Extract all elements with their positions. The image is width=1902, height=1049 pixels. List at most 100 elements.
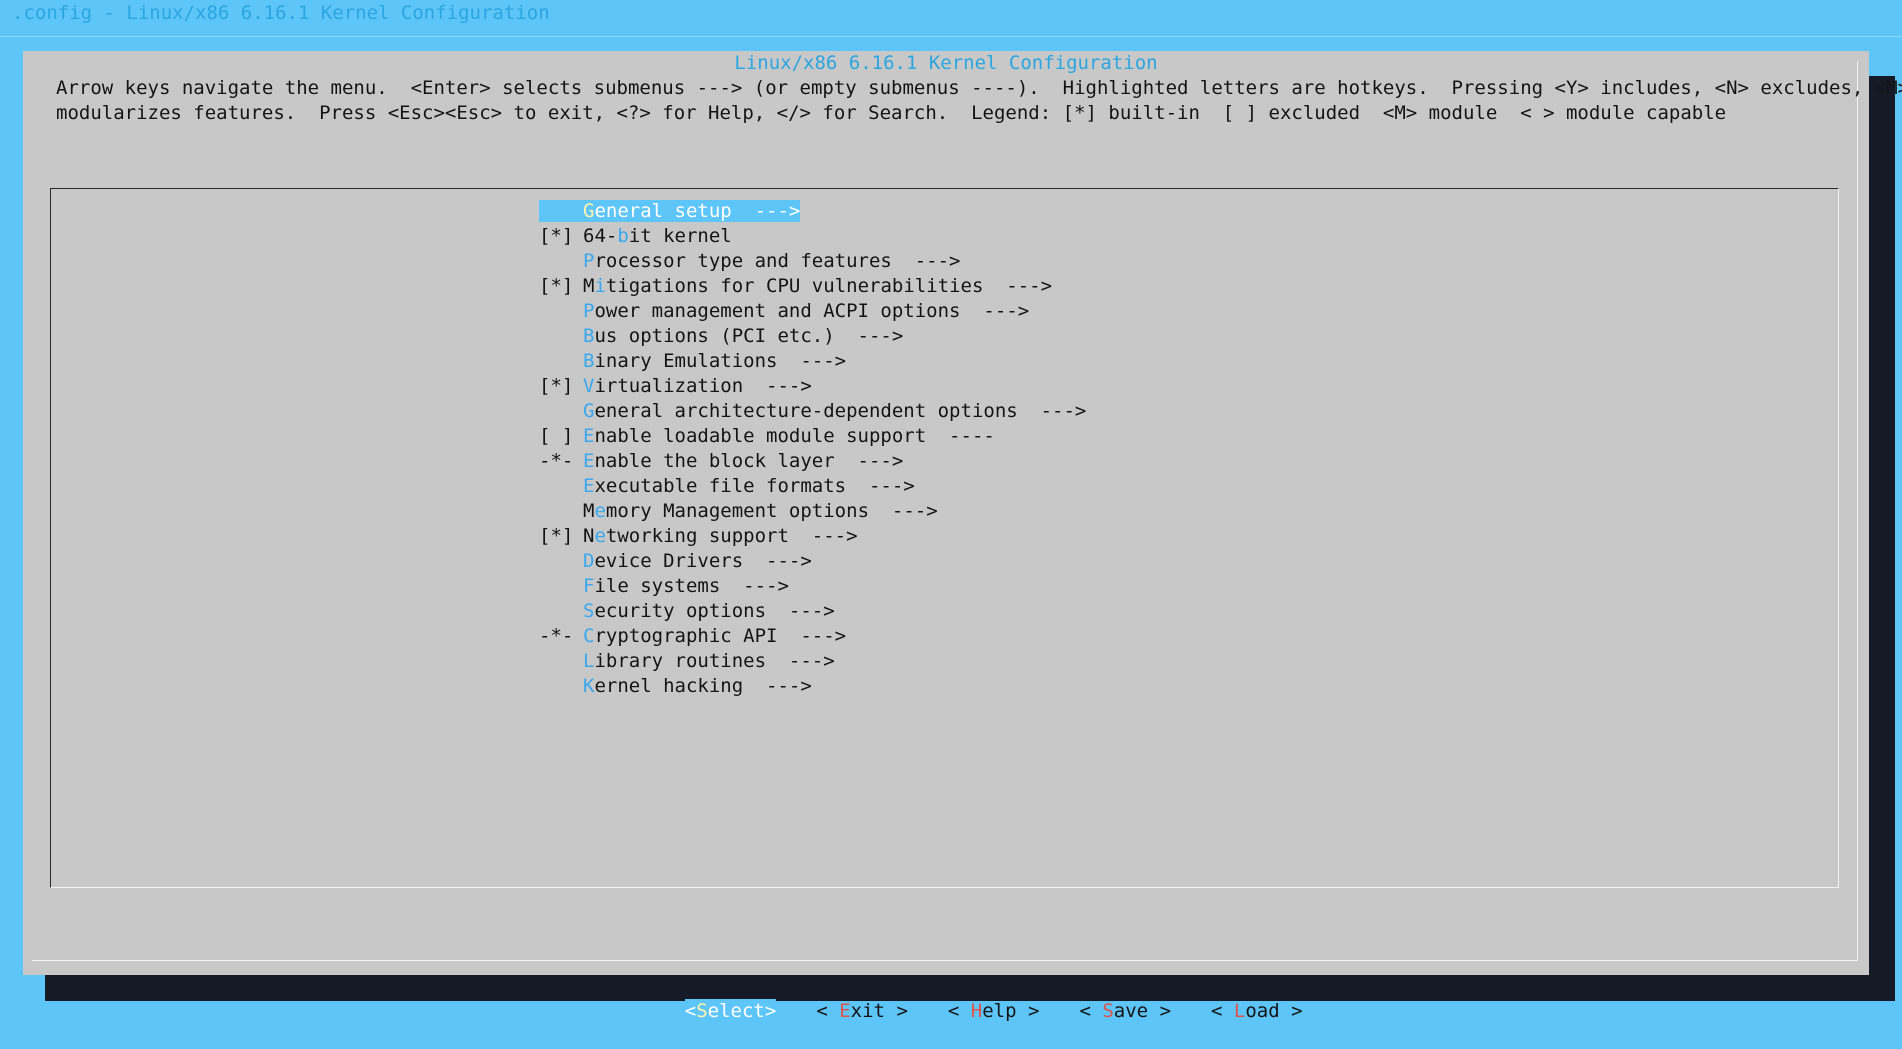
menu-item[interactable]: Bus options (PCI etc.) ---> (539, 324, 1086, 349)
menu-item[interactable]: -*- Cryptographic API ---> (539, 624, 1086, 649)
menu-item[interactable]: Device Drivers ---> (539, 549, 1086, 574)
menu-item[interactable]: Library routines ---> (539, 649, 1086, 674)
menu-item-label: General architecture-dependent options -… (583, 400, 1086, 422)
menu-item[interactable]: [*] Networking support ---> (539, 524, 1086, 549)
menu-item-label: Security options ---> (583, 600, 835, 622)
menu-item-content: File systems ---> (539, 575, 789, 597)
menu-item[interactable]: Security options ---> (539, 599, 1086, 624)
menu-item-label: Binary Emulations ---> (583, 350, 846, 372)
menu-item-hotkey: C (583, 625, 595, 647)
help-button-right: > (1016, 1000, 1040, 1022)
menu-item-label-rest: inary Emulations ---> (594, 350, 847, 372)
exit-button-right: > (885, 1000, 908, 1022)
menu-item-label: Bus options (PCI etc.) ---> (583, 325, 903, 347)
menu-item-label: Enable the block layer ---> (583, 450, 903, 472)
menu-item-label-rest: rocessor type and features ---> (594, 250, 961, 272)
menu-item-label-start: M (583, 500, 595, 522)
help-line-2: modularizes features. Press <Esc><Esc> t… (56, 102, 1727, 124)
menu-item-state: -*- (539, 625, 574, 647)
menu-item-label: Power management and ACPI options ---> (583, 300, 1029, 322)
menu-item[interactable]: Processor type and features ---> (539, 249, 1086, 274)
menu-item-state: [ ] (539, 425, 574, 447)
menu-item[interactable]: [*] 64-bit kernel (539, 224, 1086, 249)
menu-item[interactable]: [*] Mitigations for CPU vulnerabilities -… (539, 274, 1086, 299)
menu-item-hotkey: e (594, 525, 606, 547)
menu-item-hotkey: b (617, 225, 629, 247)
menu-item-label: Cryptographic API ---> (583, 625, 846, 647)
menu-item-label-start: 64- (583, 225, 618, 247)
menu-item-content: General architecture-dependent options -… (539, 400, 1086, 422)
menu-item-label-rest: us options (PCI etc.) ---> (594, 325, 904, 347)
menu-item-hotkey: e (594, 500, 606, 522)
load-button-right: > (1279, 1000, 1303, 1022)
save-button[interactable]: < Save > (1079, 999, 1171, 1024)
select-button[interactable]: <Select> (684, 999, 777, 1024)
select-button-label: elect (707, 1000, 765, 1022)
menu-item-content: Kernel hacking ---> (539, 675, 812, 697)
menu-item-hotkey: E (583, 450, 595, 472)
menu-item-label-rest: ibrary routines ---> (594, 650, 835, 672)
save-button-label: ave (1113, 1000, 1149, 1022)
menu-item-label-start: M (583, 275, 595, 297)
menu-item-label: Memory Management options ---> (583, 500, 938, 522)
select-button-right: > (764, 1000, 777, 1022)
menu-item-content: Bus options (PCI etc.) ---> (539, 325, 903, 347)
menu-item-label-rest: xecutable file formats ---> (594, 475, 915, 497)
menu-item-content: Library routines ---> (539, 650, 835, 672)
menu-item-hotkey: K (583, 675, 595, 697)
help-button[interactable]: < Help > (948, 999, 1040, 1024)
backtitle: .config - Linux/x86 6.16.1 Kernel Config… (12, 2, 550, 24)
menu-item[interactable]: [*] Virtualization ---> (539, 374, 1086, 399)
menu-item[interactable]: Power management and ACPI options ---> (539, 299, 1086, 324)
load-button[interactable]: < Load > (1211, 999, 1303, 1024)
menu-item-label: Mitigations for CPU vulnerabilities ---> (583, 275, 1052, 297)
menu-item-hotkey: G (583, 400, 595, 422)
menu-item[interactable]: Kernel hacking ---> (539, 674, 1086, 699)
menu-item-hotkey: E (583, 425, 595, 447)
menu-item[interactable]: Binary Emulations ---> (539, 349, 1086, 374)
load-button-hotkey: L (1233, 1000, 1246, 1022)
menu-item-content: General setup ---> (539, 200, 801, 222)
menu-item[interactable]: Memory Management options ---> (539, 499, 1086, 524)
exit-button-hotkey: E (839, 1000, 851, 1022)
menu-item-hotkey: E (583, 475, 595, 497)
menu-item-label-rest: mory Management options ---> (605, 500, 938, 522)
save-button-hotkey: S (1102, 1000, 1114, 1022)
menu-item-state: -*- (539, 450, 574, 472)
menu-item[interactable]: Executable file formats ---> (539, 474, 1086, 499)
menu-item-state: [*] (539, 225, 574, 247)
exit-button[interactable]: < Exit > (816, 999, 908, 1024)
menu-item-content: [*] Networking support ---> (539, 525, 858, 547)
menu-item-hotkey: L (583, 650, 595, 672)
menu-item[interactable]: General setup ---> (539, 199, 1086, 224)
menu-item[interactable]: [ ] Enable loadable module support ---- (539, 424, 1086, 449)
menu-item-content: Binary Emulations ---> (539, 350, 846, 372)
help-button-left: < (947, 1000, 971, 1022)
menu-item-label: File systems ---> (583, 575, 789, 597)
backtitle-rule (0, 36, 1902, 37)
menu-item-label-start: N (583, 525, 595, 547)
menu-item-label-rest: evice Drivers ---> (594, 550, 812, 572)
menu-item-hotkey: D (583, 550, 595, 572)
menu-item-label-rest: nable loadable module support ---- (594, 425, 995, 447)
menu-item[interactable]: File systems ---> (539, 574, 1086, 599)
menu-item[interactable]: -*- Enable the block layer ---> (539, 449, 1086, 474)
select-button-left: < (684, 1000, 697, 1022)
menu-item-content: -*- Cryptographic API ---> (539, 625, 846, 647)
menu-item-content: Executable file formats ---> (539, 475, 915, 497)
menu-item-label: Device Drivers ---> (583, 550, 812, 572)
menu-item-label: Virtualization ---> (583, 375, 812, 397)
help-text: Arrow keys navigate the menu. <Enter> se… (56, 76, 1902, 126)
dialog-title: Linux/x86 6.16.1 Kernel Configuration (734, 52, 1158, 74)
menu-item-hotkey: P (583, 250, 595, 272)
menu-item[interactable]: General architecture-dependent options -… (539, 399, 1086, 424)
menu-item-label-rest: ile systems ---> (594, 575, 789, 597)
menu-item-hotkey: P (583, 300, 595, 322)
menu-item-state: [*] (539, 525, 574, 547)
menu-item-hotkey: B (583, 350, 595, 372)
menu-item-hotkey: B (583, 325, 595, 347)
help-button-hotkey: H (970, 1000, 983, 1022)
menu-item-label: Processor type and features ---> (583, 250, 961, 272)
menu-item-label: Library routines ---> (583, 650, 835, 672)
menu-item-content: Security options ---> (539, 600, 835, 622)
